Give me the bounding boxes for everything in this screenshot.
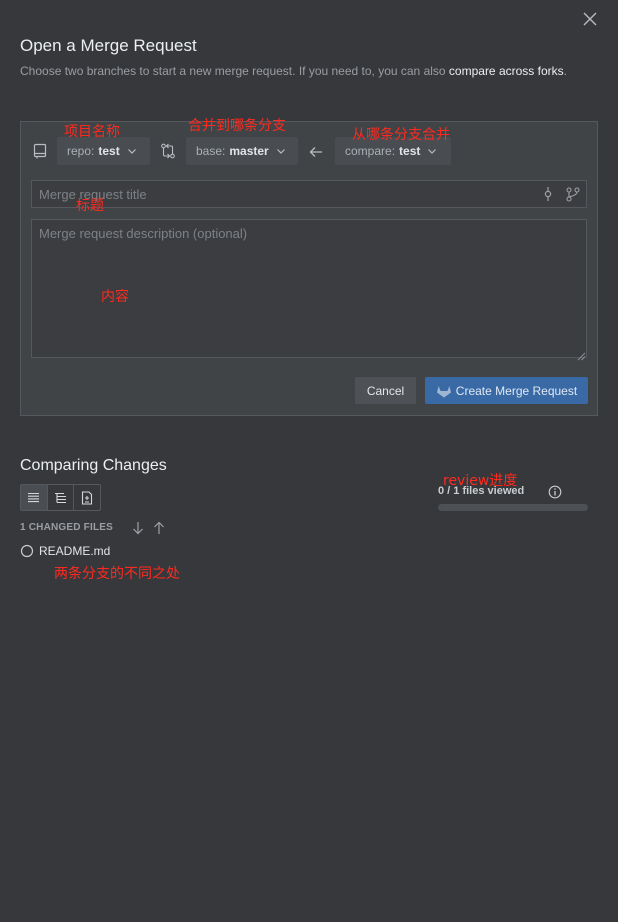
subtitle-end: . — [563, 64, 567, 78]
chevron-down-icon — [127, 149, 136, 154]
file-name: README.md — [39, 544, 111, 558]
list-icon — [28, 492, 40, 503]
close-button[interactable] — [580, 9, 600, 29]
annotation-repo-name: 项目名称 — [64, 124, 120, 140]
base-label: base: — [196, 144, 226, 158]
branch-icon[interactable] — [566, 187, 580, 207]
resize-handle-icon[interactable] — [577, 348, 586, 366]
file-view-toggle — [20, 484, 101, 511]
chevron-down-icon — [276, 149, 285, 154]
comparing-changes-title: Comparing Changes — [20, 457, 167, 474]
compare-value: test — [399, 144, 421, 158]
swap-branches-icon[interactable] — [160, 143, 176, 164]
repo-icon — [33, 143, 47, 164]
list-item[interactable]: README.md — [20, 544, 110, 558]
annotation-content: 内容 — [101, 289, 129, 305]
close-icon — [583, 12, 597, 26]
review-progress-bar — [438, 504, 588, 511]
chevron-down-icon — [428, 149, 437, 154]
repo-selector[interactable]: repo: test — [57, 137, 150, 165]
file-diff-button[interactable] — [74, 485, 100, 510]
cancel-button[interactable]: Cancel — [355, 377, 416, 404]
merge-request-form: repo: test base: master compare: test Ca… — [20, 121, 598, 416]
circle-status-icon — [20, 544, 34, 558]
annotation-title: 标题 — [76, 198, 104, 214]
dialog-title: Open a Merge Request — [20, 36, 197, 55]
repo-value: test — [98, 144, 120, 158]
changed-files-count: 1 CHANGED FILES — [20, 522, 114, 533]
base-branch-selector[interactable]: base: master — [186, 137, 298, 165]
annotation-branch-diff: 两条分支的不同之处 — [54, 566, 180, 582]
annotation-review-progress: review进度 — [443, 473, 518, 489]
gitlab-icon — [436, 385, 451, 397]
list-view-button[interactable] — [21, 485, 48, 510]
base-value: master — [229, 144, 269, 158]
arrow-down-icon[interactable] — [132, 521, 144, 540]
tree-view-button[interactable] — [48, 485, 75, 510]
subtitle-text: Choose two branches to start a new merge… — [20, 64, 449, 78]
compare-across-forks-link[interactable]: compare across forks — [449, 64, 564, 78]
title-input[interactable] — [32, 181, 586, 207]
tree-icon — [55, 492, 66, 503]
annotation-merge-from: 从哪条分支合并 — [352, 127, 450, 143]
create-button-label: Create Merge Request — [455, 383, 578, 398]
info-icon[interactable] — [548, 485, 562, 504]
dialog-subtitle: Choose two branches to start a new merge… — [20, 63, 595, 79]
annotation-merge-into: 合并到哪条分支 — [188, 118, 286, 134]
arrow-up-icon[interactable] — [153, 521, 165, 540]
arrow-left-icon — [309, 145, 323, 163]
create-merge-request-button[interactable]: Create Merge Request — [425, 377, 588, 404]
commit-icon[interactable] — [542, 187, 554, 206]
repo-label: repo: — [67, 144, 95, 158]
file-diff-icon — [82, 490, 93, 505]
compare-label: compare: — [345, 144, 396, 158]
title-field-wrapper — [31, 180, 587, 208]
